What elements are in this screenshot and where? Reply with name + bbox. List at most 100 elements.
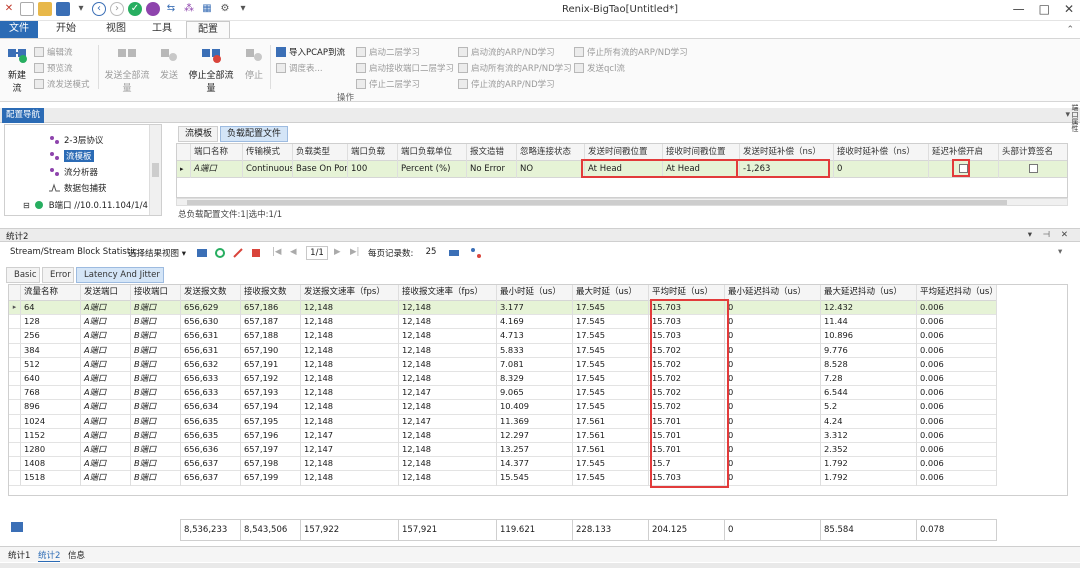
col-max-latency[interactable]: 最大时延（us）: [573, 285, 649, 301]
tab-info[interactable]: 信息: [68, 549, 85, 561]
tab-stats1[interactable]: 统计1: [8, 549, 30, 561]
per-page-input[interactable]: 25: [421, 246, 441, 260]
stop-button[interactable]: 停止: [243, 43, 265, 81]
col-load-unit[interactable]: 端口负载单位: [398, 144, 467, 161]
stop-all-arp-nd-button[interactable]: 停止所有流的ARP/ND学习: [574, 46, 688, 58]
tree-item-l2-l3[interactable]: 2-3层协议: [49, 134, 103, 146]
tab-tools[interactable]: 工具: [140, 21, 184, 38]
tree-scroll-thumb[interactable]: [152, 163, 159, 177]
tab-stats2[interactable]: 统计2: [38, 549, 61, 562]
import-pcap-button[interactable]: 导入PCAP到流: [276, 46, 345, 58]
tree-item-flow-analyzer[interactable]: 流分析器: [49, 166, 98, 178]
table-row[interactable]: 896 A端口 B端口 656,634 657,194 12,148 12,148 10.40…: [9, 400, 997, 415]
cell-load-unit[interactable]: Percent (%): [398, 161, 467, 178]
start-all-arp-nd-button[interactable]: 启动所有流的ARP/ND学习: [458, 62, 572, 74]
cell-error[interactable]: No Error: [467, 161, 517, 178]
stop-arp-nd-button[interactable]: 停止流的ARP/ND学习: [458, 78, 555, 90]
minimize-button[interactable]: —: [1013, 2, 1025, 16]
col-rx-frames[interactable]: 接收报文数: [241, 285, 301, 301]
col-error[interactable]: 报文造错: [467, 144, 517, 161]
col-rx-delay-comp[interactable]: 接收时延补偿（ns）: [834, 144, 929, 161]
table-row[interactable]: 1280 A端口 B端口 656,636 657,197 12,147 12,148 13.2…: [9, 443, 997, 458]
cell-rx-delay-comp[interactable]: 0: [834, 161, 929, 178]
send-qcl-button[interactable]: 发送qcl流: [574, 62, 625, 74]
cell-load-type[interactable]: Base On Port: [293, 161, 348, 178]
col-header-signature[interactable]: 头部计算签名: [999, 144, 1067, 161]
edit-flow-button[interactable]: 编辑流: [34, 46, 73, 58]
col-port-name[interactable]: 端口名称: [191, 144, 243, 161]
preview-flow-button[interactable]: 预览流: [34, 62, 73, 74]
table-row[interactable]: ▸ 64 A端口 B端口 656,629 657,186 12,148 12,148 3.177…: [9, 301, 997, 316]
table-row[interactable]: 384 A端口 B端口 656,631 657,190 12,148 12,148 5.833…: [9, 343, 997, 358]
tree-item-port-b[interactable]: ⊟ B端口 //10.0.11.104/1/4: [23, 199, 148, 212]
col-port-load[interactable]: 端口负载: [348, 144, 398, 161]
col-load-type[interactable]: 负载类型: [293, 144, 348, 161]
col-tx-rate[interactable]: 发送报文速率（fps）: [301, 285, 399, 301]
config-nav-tab[interactable]: 配置导航: [2, 108, 44, 123]
next-page-icon[interactable]: ▶: [334, 247, 341, 257]
tab-config[interactable]: 配置: [186, 21, 230, 38]
export-icon[interactable]: [448, 247, 460, 259]
prev-page-icon[interactable]: ◀: [290, 247, 297, 257]
tab-latency-jitter[interactable]: Latency And Jitter: [76, 267, 164, 283]
cell-port-name[interactable]: A端口: [191, 161, 243, 178]
flow-send-mode-button[interactable]: 流发送模式: [34, 78, 90, 90]
first-page-icon[interactable]: |◀: [272, 247, 281, 257]
table-row[interactable]: 1152 A端口 B端口 656,635 657,196 12,147 12,148 12.2…: [9, 428, 997, 443]
tree-item-stream-template[interactable]: 流模板: [49, 150, 94, 162]
last-page-icon[interactable]: ▶|: [350, 247, 359, 257]
ribbon-collapse-icon[interactable]: ⌃: [1066, 25, 1074, 35]
tab-stream-template[interactable]: 流模板: [178, 126, 218, 142]
side-panel-label[interactable]: 端口属性: [1070, 104, 1080, 134]
col-rx-rate[interactable]: 接收报文速率（fps）: [399, 285, 497, 301]
table-row[interactable]: 1408 A端口 B端口 656,637 657,198 12,148 12,148 14.3…: [9, 457, 997, 472]
table-row[interactable]: 128 A端口 B端口 656,630 657,187 12,148 12,148 4.169…: [9, 315, 997, 330]
tab-view[interactable]: 视图: [94, 21, 138, 38]
schedule-button[interactable]: 调度表...: [276, 62, 323, 74]
config-h-scrollbar[interactable]: [176, 198, 1068, 206]
tab-error[interactable]: Error: [42, 267, 74, 283]
tab-start[interactable]: 开始: [44, 21, 88, 38]
col-avg-jitter[interactable]: 平均延迟抖动（us）: [917, 285, 997, 301]
tab-load-profile[interactable]: 负载配置文件: [220, 126, 288, 142]
table-row[interactable]: 256 A端口 B端口 656,631 657,188 12,148 12,148 4.713…: [9, 329, 997, 344]
new-flow-button[interactable]: 新建流: [4, 43, 30, 94]
col-min-latency[interactable]: 最小时延（us）: [497, 285, 573, 301]
stream-config-icon[interactable]: [470, 247, 482, 259]
start-rx-port-l2-button[interactable]: 启动接收端口二层学习: [356, 62, 454, 74]
tree-scrollbar[interactable]: [149, 125, 161, 215]
table-row[interactable]: 640 A端口 B端口 656,633 657,192 12,148 12,148 8.329…: [9, 372, 997, 387]
edit-view-icon[interactable]: [196, 247, 208, 259]
cell-tx-mode[interactable]: Continuous: [243, 161, 293, 178]
config-scroll-thumb[interactable]: [187, 200, 1007, 205]
table-row[interactable]: 1518 A端口 B端口 656,637 657,199 12,148 12,148 15.5…: [9, 471, 997, 486]
filter-icon[interactable]: [250, 247, 262, 259]
tab-file[interactable]: 文件: [0, 21, 38, 38]
stats-panel-controls[interactable]: ▾ ⊣ ✕: [1028, 230, 1072, 240]
col-max-jitter[interactable]: 最大延迟抖动（us）: [821, 285, 917, 301]
page-indicator[interactable]: 1/1: [306, 246, 328, 260]
toolbar-dropdown-icon[interactable]: ▾: [1058, 247, 1062, 257]
tree-item-packet-capture[interactable]: 数据包捕获: [49, 182, 107, 194]
cell-ignore-link[interactable]: NO: [517, 161, 585, 178]
send-all-button[interactable]: 发送全部流量: [102, 43, 152, 94]
cell-port-load[interactable]: 100: [348, 161, 398, 178]
col-min-jitter[interactable]: 最小延迟抖动（us）: [725, 285, 821, 301]
clear-icon[interactable]: [232, 247, 244, 259]
maximize-button[interactable]: □: [1039, 2, 1050, 16]
stop-l2-learning-button[interactable]: 停止二层学习: [356, 78, 420, 90]
table-row[interactable]: 1024 A端口 B端口 656,635 657,195 12,148 12,147 11.3…: [9, 414, 997, 429]
header-signature-checkbox[interactable]: [1029, 164, 1038, 173]
col-ignore-link[interactable]: 忽略连接状态: [517, 144, 585, 161]
col-rx-port[interactable]: 接收端口: [131, 285, 181, 301]
send-button[interactable]: 发送: [158, 43, 180, 81]
col-stream-name[interactable]: 流量名称: [21, 285, 81, 301]
stop-all-button[interactable]: 停止全部流量: [185, 43, 237, 94]
tab-basic[interactable]: Basic: [6, 267, 40, 283]
col-tx-port[interactable]: 发送端口: [81, 285, 131, 301]
start-l2-learning-button[interactable]: 启动二层学习: [356, 46, 420, 58]
table-row[interactable]: 768 A端口 B端口 656,633 657,193 12,148 12,147 9.065…: [9, 386, 997, 401]
close-button[interactable]: ✕: [1064, 2, 1074, 16]
collapse-icon[interactable]: ⊟: [23, 201, 30, 210]
col-tx-frames[interactable]: 发送报文数: [181, 285, 241, 301]
